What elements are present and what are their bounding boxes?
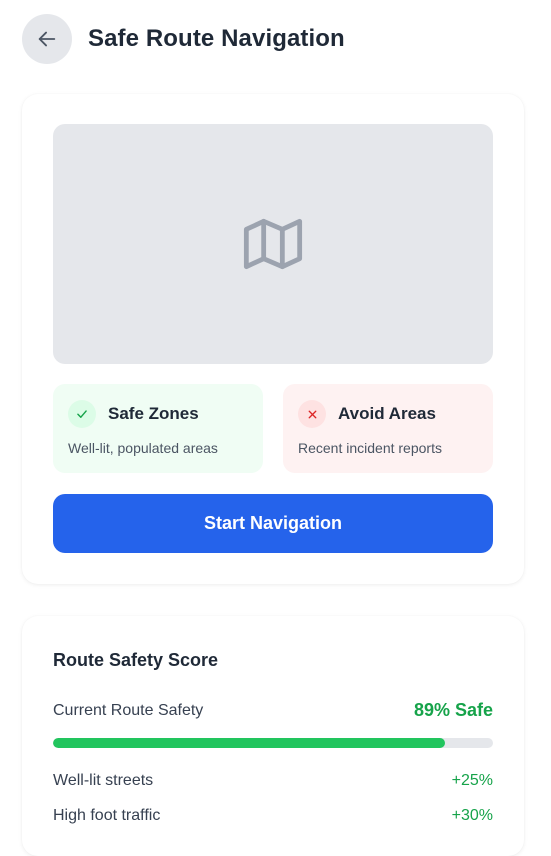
safety-factor-value: +30% (451, 807, 493, 824)
safety-factor-row: High foot traffic +30% (53, 807, 493, 825)
route-safety-card: Route Safety Score Current Route Safety … (22, 616, 524, 856)
avoid-areas-description: Recent incident reports (298, 440, 442, 456)
safety-factor-row: Well-lit streets +25% (53, 772, 493, 790)
map-view[interactable] (53, 124, 493, 364)
page-title: Safe Route Navigation (88, 25, 345, 52)
map-icon (243, 218, 303, 270)
current-safety-label: Current Route Safety (53, 701, 204, 719)
current-safety-row: Current Route Safety 89% Safe (53, 700, 493, 721)
x-icon (298, 400, 326, 428)
back-button[interactable] (22, 14, 72, 64)
start-navigation-button[interactable]: Start Navigation (53, 494, 493, 553)
safe-zones-card: Safe Zones Well-lit, populated areas (53, 384, 263, 473)
safe-zones-description: Well-lit, populated areas (68, 440, 218, 456)
current-safety-value: 89% Safe (413, 700, 493, 720)
safety-factor-label: High foot traffic (53, 807, 161, 824)
arrow-left-icon (38, 31, 56, 47)
safety-score-title: Route Safety Score (53, 650, 219, 670)
safety-factor-label: Well-lit streets (53, 772, 154, 789)
safety-factor-value: +25% (451, 772, 493, 789)
safety-progress-bar (53, 738, 493, 748)
navigation-card: Safe Zones Well-lit, populated areas Avo… (22, 94, 524, 584)
header: Safe Route Navigation (22, 14, 345, 64)
safety-progress-fill (53, 738, 445, 748)
avoid-areas-title: Avoid Areas (338, 404, 436, 423)
check-icon (68, 400, 96, 428)
avoid-areas-card: Avoid Areas Recent incident reports (283, 384, 493, 473)
safe-zones-title: Safe Zones (108, 404, 199, 423)
